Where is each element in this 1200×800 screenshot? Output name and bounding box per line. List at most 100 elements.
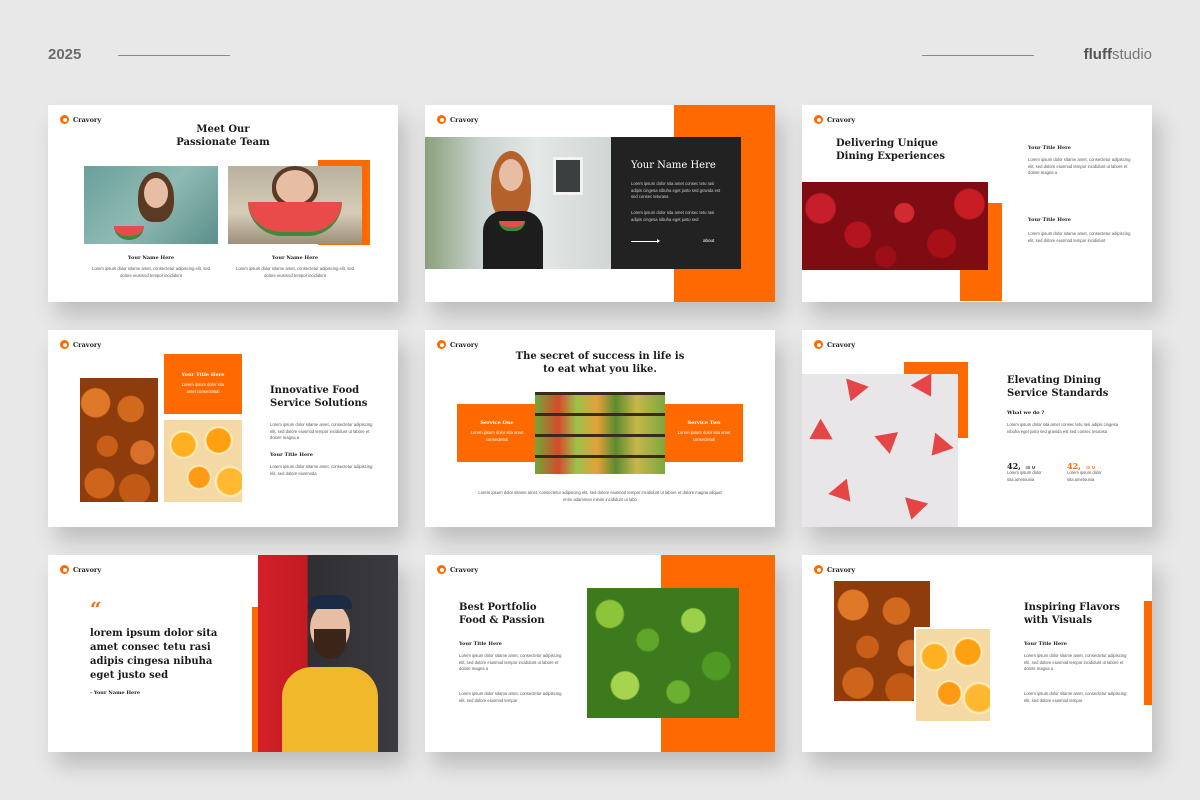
section-head: Your Title Here <box>459 641 502 647</box>
service-one-text: Lorem ipsum dolor sita amet consectetuti <box>470 430 524 442</box>
section-text-2: Lorem ipsum dolor sitame amet, consectet… <box>459 691 562 703</box>
section-text-2: Lorem ipsum dolor sitame amet, consectet… <box>270 464 373 476</box>
arrow-line <box>631 241 659 242</box>
market-photo <box>535 392 665 474</box>
slide-team[interactable]: Cravory Meet Our Passionate Team Your Na… <box>48 105 398 302</box>
slide-title: The secret of success in life is to eat … <box>425 350 775 376</box>
title-line-2: Service Solutions <box>270 398 368 409</box>
logo: Cravory <box>60 340 101 349</box>
slide-solutions[interactable]: Cravory Your Title Here Lorem ipsum dolo… <box>48 330 398 527</box>
stat-2-text: Lorem ipsum dolor sita ametounia <box>1067 470 1102 482</box>
title-line-1: Meet Our <box>196 124 250 135</box>
slide-dining[interactable]: Cravory Delivering Unique Dining Experie… <box>802 105 1152 302</box>
slide-title: Best Portfolio Food & Passion <box>459 601 545 627</box>
title-line-1: The secret of success in life is <box>515 351 685 362</box>
portrait-photo <box>258 555 398 752</box>
section-head: Your Title Here <box>1024 641 1067 647</box>
footer-text: Lorem ipsum dolor sitame amet, consectet… <box>478 490 722 502</box>
header-divider-left <box>118 55 230 56</box>
logo: Cravory <box>814 340 855 349</box>
brand-rest: studio <box>1111 46 1152 63</box>
quote-text: lorem ipsum dolor sita amet consec tetu … <box>90 628 218 681</box>
citrus-photo <box>164 420 242 502</box>
accent-strip <box>1144 601 1152 705</box>
title-line-1: Best Portfolio <box>459 602 537 613</box>
section-text-1: Lorem ipsum dolor sitame amet, consectet… <box>1024 653 1127 671</box>
profile-photo <box>425 137 611 269</box>
logo: Cravory <box>60 115 101 124</box>
logo: Cravory <box>437 115 478 124</box>
service-one-head: Service One <box>480 420 514 426</box>
profile-title: Your Name Here <box>631 160 716 171</box>
logo-text: Cravory <box>827 565 856 574</box>
section-text-2: Lorem ipsum dolor sitame amet, consectet… <box>1028 231 1131 243</box>
service-two-text: Lorem ipsum dolor sita amet consectetuti <box>677 430 731 442</box>
section-head-2: Your Title Here <box>1028 217 1071 223</box>
slide-title: Meet Our Passionate Team <box>48 123 398 149</box>
limes-photo <box>587 588 739 718</box>
slide-title: Inspiring Flavors with Visuals <box>1024 601 1120 627</box>
watermelon-photo <box>802 374 958 527</box>
slide-flavors[interactable]: Cravory Inspiring Flavors with Visuals Y… <box>802 555 1152 752</box>
slide-standards[interactable]: Cravory Elevating Dining Service Standar… <box>802 330 1152 527</box>
team-photo-2 <box>228 166 362 244</box>
logo-icon <box>814 340 823 349</box>
brand-bold: fluff <box>1083 46 1112 63</box>
logo-text: Cravory <box>827 115 856 124</box>
logo-icon <box>437 565 446 574</box>
logo-icon <box>437 115 446 124</box>
slide-quote-market[interactable]: Cravory The secret of success in life is… <box>425 330 775 527</box>
brand-label: fluffstudio <box>1084 46 1152 63</box>
section-text-1: Lorem ipsum dolor sitame amet, consectet… <box>459 653 562 671</box>
section-text-1: Lorem ipsum dolor sitame amet, consectet… <box>1028 157 1131 175</box>
logo-icon <box>437 340 446 349</box>
pomegranate-photo <box>802 182 988 270</box>
section-head-2: Your Title Here <box>270 452 313 458</box>
title-line-1: Delivering Unique <box>836 138 939 149</box>
slide-title: Innovative Food Service Solutions <box>270 384 367 410</box>
profile-text-2: Lorem ipsum dolor sita amet consec tetu … <box>631 210 715 222</box>
section-text-2: Lorem ipsum dolor sitame amet, consectet… <box>1024 691 1127 703</box>
title-line-2: Passionate Team <box>176 137 270 148</box>
member-text-1: Lorem ipsum dolor sitame amet, consectet… <box>91 266 210 278</box>
team-photo-1 <box>84 166 218 244</box>
title-line-2: to eat what you like. <box>543 364 657 375</box>
logo-text: Cravory <box>827 340 856 349</box>
slide-profile[interactable]: Cravory Your Name Here Lorem ipsum dolor… <box>425 105 775 302</box>
box-head: Your Title Here <box>181 372 225 378</box>
title-line-1: Innovative Food <box>270 385 360 396</box>
header-divider-right <box>922 55 1034 56</box>
slide-title: Elevating Dining Service Standards <box>1007 374 1108 400</box>
stat-1-text: Lorem ipsum dolor sita ametounia <box>1007 470 1042 482</box>
year-label: 2025 <box>48 46 82 63</box>
logo-icon <box>60 340 69 349</box>
title-line-2: Dining Experiences <box>836 151 946 162</box>
slide-portfolio[interactable]: Cravory Best Portfolio Food & Passion Yo… <box>425 555 775 752</box>
logo: Cravory <box>437 565 478 574</box>
logo-icon <box>814 565 823 574</box>
logo-text: Cravory <box>450 565 479 574</box>
logo-text: Cravory <box>450 340 479 349</box>
title-line-1: Elevating Dining <box>1007 375 1102 386</box>
member-name-1: Your Name Here <box>127 255 175 261</box>
title-line-2: with Visuals <box>1024 615 1092 626</box>
title-line-1: Inspiring Flavors <box>1024 602 1120 613</box>
citrus-photo <box>914 627 992 723</box>
about-link[interactable]: about <box>703 238 714 245</box>
title-line-2: Service Standards <box>1007 388 1109 399</box>
logo-text: Cravory <box>450 115 479 124</box>
logo: Cravory <box>814 115 855 124</box>
section-text-1: Lorem ipsum dolor sitame amet, consectet… <box>270 422 373 440</box>
slide-testimonial[interactable]: Cravory “ lorem ipsum dolor sita amet co… <box>48 555 398 752</box>
oranges-photo <box>80 378 158 502</box>
quote-mark-icon: “ <box>90 597 102 621</box>
quote-author: - Your Name Here <box>90 690 141 696</box>
box-text: Lorem ipsum dolor sita amet consectetuti <box>181 382 225 394</box>
accent-box: Your Title Here Lorem ipsum dolor sita a… <box>164 354 242 414</box>
slide-title: Delivering Unique Dining Experiences <box>836 137 945 163</box>
subhead: What we do ? <box>1007 410 1045 416</box>
logo-text: Cravory <box>73 115 102 124</box>
logo-icon <box>814 115 823 124</box>
service-two-head: Service Two <box>687 420 721 426</box>
member-text-2: Lorem ipsum dolor sitame amet, consectet… <box>235 266 354 278</box>
